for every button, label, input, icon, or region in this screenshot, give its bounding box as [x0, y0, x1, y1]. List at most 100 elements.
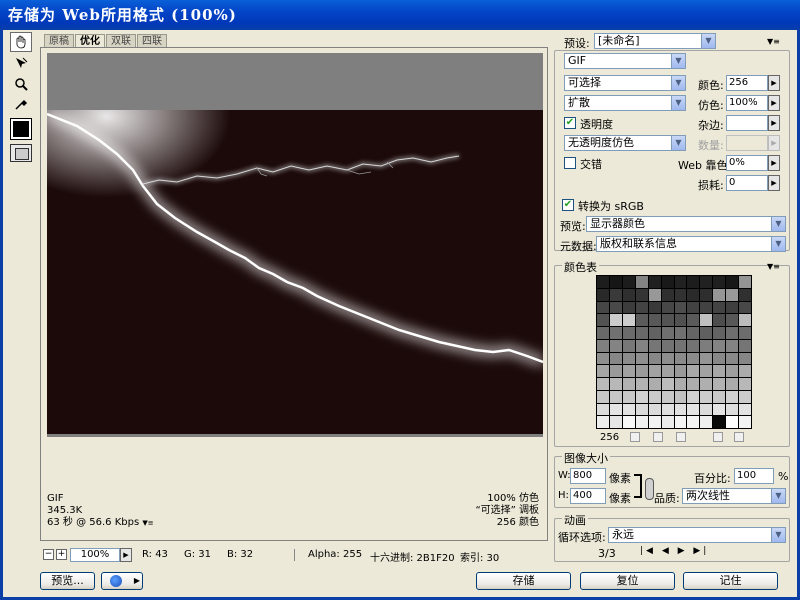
palette-swatch[interactable] — [687, 403, 700, 416]
palette-swatch[interactable] — [700, 288, 713, 301]
palette-swatch[interactable] — [700, 352, 713, 365]
palette-swatch[interactable] — [609, 301, 622, 314]
palette-swatch[interactable] — [609, 352, 622, 365]
palette-swatch[interactable] — [687, 378, 700, 390]
palette-swatch[interactable] — [726, 301, 739, 314]
transparency-dither-select[interactable]: 无透明度仿色 ▼ — [564, 135, 686, 151]
palette-swatch[interactable] — [661, 276, 674, 288]
palette-swatch[interactable] — [609, 327, 622, 339]
palette-swatch[interactable] — [661, 403, 674, 416]
palette-swatch[interactable] — [597, 314, 609, 326]
palette-swatch[interactable] — [597, 301, 609, 314]
eyedropper-icon[interactable] — [10, 94, 32, 114]
palette-swatch[interactable] — [609, 403, 622, 416]
palette-swatch[interactable] — [661, 327, 674, 339]
palette-swatch[interactable] — [648, 276, 661, 288]
palette-swatch[interactable] — [739, 378, 751, 390]
color-table-menu-icon[interactable]: ▼≡ — [767, 262, 780, 271]
palette-swatch[interactable] — [726, 403, 739, 416]
tab-original[interactable]: 原稿 — [44, 34, 74, 47]
zoom-level-field[interactable]: 100% — [70, 548, 120, 562]
palette-swatch[interactable] — [597, 339, 609, 352]
preset-select[interactable]: [未命名] ▼ — [594, 33, 716, 49]
palette-swatch[interactable] — [700, 365, 713, 377]
palette-swatch[interactable] — [739, 288, 751, 301]
palette-swatch[interactable] — [661, 416, 674, 428]
palette-swatch[interactable] — [687, 327, 700, 339]
palette-swatch[interactable] — [609, 339, 622, 352]
palette-swatch[interactable] — [687, 339, 700, 352]
dither-field[interactable]: 100% — [726, 95, 768, 111]
palette-swatch[interactable] — [597, 365, 609, 377]
palette-swatch[interactable] — [622, 416, 635, 428]
palette-swatch[interactable] — [713, 390, 726, 403]
palette-swatch[interactable] — [622, 276, 635, 288]
palette-swatch[interactable] — [700, 390, 713, 403]
matte-arrow-icon[interactable]: ▶ — [768, 115, 780, 131]
palette-swatch[interactable] — [597, 416, 609, 428]
palette-swatch[interactable] — [700, 276, 713, 288]
palette-swatch[interactable] — [609, 365, 622, 377]
optimize-menu-icon[interactable]: ▼≡ — [767, 37, 780, 46]
palette-swatch[interactable] — [687, 390, 700, 403]
palette-swatch[interactable] — [674, 416, 687, 428]
palette-swatch[interactable] — [609, 288, 622, 301]
palette-swatch[interactable] — [597, 352, 609, 365]
palette-swatch[interactable] — [674, 276, 687, 288]
palette-swatch[interactable] — [635, 314, 648, 326]
palette-swatch[interactable] — [609, 416, 622, 428]
canvas-area[interactable] — [47, 53, 543, 437]
metadata-select[interactable]: 版权和联系信息 ▼ — [596, 236, 786, 252]
palette-swatch[interactable] — [661, 352, 674, 365]
palette-swatch[interactable] — [597, 276, 609, 288]
palette-swatch[interactable] — [713, 378, 726, 390]
palette-swatch[interactable] — [635, 339, 648, 352]
palette-swatch[interactable] — [622, 327, 635, 339]
palette-swatch[interactable] — [661, 378, 674, 390]
remember-button[interactable]: 记住 — [683, 572, 778, 590]
download-speed-menu-icon[interactable]: ▼≡ — [142, 517, 153, 529]
dither-algorithm-select[interactable]: 扩散 ▼ — [564, 95, 686, 111]
palette-swatch[interactable] — [609, 390, 622, 403]
palette-swatch[interactable] — [713, 276, 726, 288]
palette-swatch[interactable] — [661, 339, 674, 352]
palette-swatch[interactable] — [687, 276, 700, 288]
palette-swatch[interactable] — [661, 365, 674, 377]
palette-swatch[interactable] — [635, 390, 648, 403]
interlace-checkbox[interactable] — [564, 157, 576, 169]
palette-swatch[interactable] — [609, 276, 622, 288]
constrain-link-icon[interactable] — [645, 478, 654, 500]
palette-swatch[interactable] — [622, 352, 635, 365]
quality-select[interactable]: 两次线性 ▼ — [682, 488, 786, 504]
palette-swatch[interactable] — [635, 352, 648, 365]
zoom-dropdown-arrow-icon[interactable]: ▶ — [120, 548, 132, 562]
palette-swatch[interactable] — [648, 403, 661, 416]
palette-swatch[interactable] — [674, 352, 687, 365]
palette-swatch[interactable] — [635, 288, 648, 301]
palette-swatch[interactable] — [622, 301, 635, 314]
palette-swatch[interactable] — [739, 314, 751, 326]
tab-4-up[interactable]: 四联 — [137, 34, 167, 47]
browser-menu-arrow-icon[interactable]: ▶ — [134, 573, 140, 589]
palette-swatch[interactable] — [609, 378, 622, 390]
palette-swatch[interactable] — [635, 378, 648, 390]
color-palette-grid[interactable] — [596, 275, 752, 429]
palette-swatch[interactable] — [597, 288, 609, 301]
colors-field[interactable]: 256 — [726, 75, 768, 91]
map-transparency-icon[interactable] — [630, 432, 640, 442]
palette-swatch[interactable] — [674, 301, 687, 314]
palette-swatch[interactable] — [661, 314, 674, 326]
preview-image[interactable] — [47, 110, 543, 434]
matte-field[interactable] — [726, 115, 768, 131]
palette-swatch[interactable] — [674, 339, 687, 352]
palette-swatch[interactable] — [597, 378, 609, 390]
palette-swatch[interactable] — [674, 365, 687, 377]
palette-swatch[interactable] — [648, 327, 661, 339]
palette-swatch[interactable] — [700, 327, 713, 339]
palette-swatch[interactable] — [726, 314, 739, 326]
palette-swatch[interactable] — [648, 365, 661, 377]
preview-mode-select[interactable]: 显示器颜色 ▼ — [586, 216, 786, 232]
zoom-icon[interactable] — [10, 74, 32, 94]
lossy-arrow-icon[interactable]: ▶ — [768, 175, 780, 191]
palette-swatch[interactable] — [674, 288, 687, 301]
